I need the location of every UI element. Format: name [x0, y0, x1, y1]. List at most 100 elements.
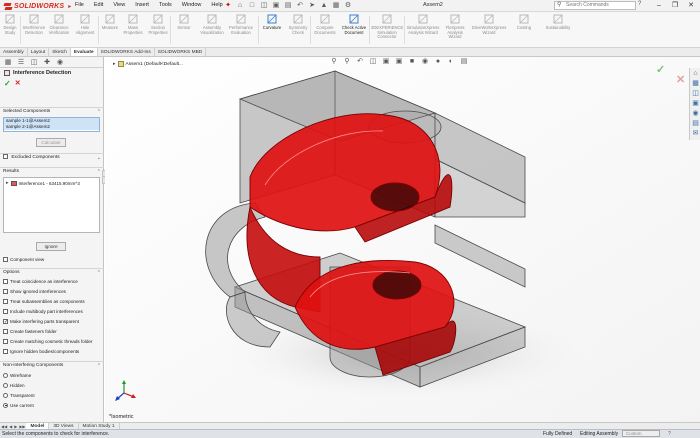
list-item[interactable]: sample 2-1@Assem2: [4, 124, 99, 130]
option-row[interactable]: Include multibody part interferences: [3, 307, 83, 315]
close-icon[interactable]: ✕: [683, 0, 699, 11]
calculate-button[interactable]: Calculate: [36, 138, 66, 147]
menu-help[interactable]: Help: [211, 2, 222, 8]
menu-tools[interactable]: Tools: [159, 2, 172, 8]
expand-icon[interactable]: ▸: [113, 61, 116, 67]
view-palette-icon[interactable]: ▣: [691, 99, 700, 108]
tab-sketch[interactable]: Sketch: [49, 48, 71, 56]
view-settings-icon[interactable]: ▤: [460, 58, 468, 66]
display-style-icon[interactable]: ■: [408, 58, 416, 66]
forum-icon[interactable]: ✉: [691, 129, 700, 138]
option-row[interactable]: Ignore hidden bodies/components: [3, 347, 79, 355]
options-header[interactable]: Options ⌃: [0, 268, 104, 276]
confirm-check-icon[interactable]: ✓: [656, 63, 665, 76]
custom-properties-icon[interactable]: ▤: [691, 119, 700, 128]
ribbon-design-study-button[interactable]: Design Study: [0, 13, 20, 35]
property-manager-icon[interactable]: ☰: [17, 59, 25, 67]
file-properties-icon[interactable]: ▦: [332, 1, 340, 10]
restore-icon[interactable]: ❐: [667, 0, 683, 11]
display-mode-row[interactable]: Hidden: [3, 381, 25, 389]
ribbon-costing-button[interactable]: Costing: [510, 13, 538, 31]
component-view-row[interactable]: Component view: [3, 255, 44, 263]
ribbon-symmetry-button[interactable]: Symmetry Check: [286, 13, 310, 35]
ribbon-curvature-button[interactable]: Curvature: [261, 13, 283, 31]
undo-icon[interactable]: ↶: [296, 1, 304, 10]
component-view-checkbox[interactable]: [3, 256, 8, 262]
select-pointer-icon[interactable]: ➤: [308, 1, 316, 10]
ribbon-sensor-button[interactable]: Sensor: [172, 13, 196, 31]
option-row[interactable]: Treat coincidence as interference: [3, 277, 78, 285]
print-icon[interactable]: ▤: [284, 1, 292, 10]
results-header[interactable]: Results ⌃: [0, 167, 104, 175]
units-selector[interactable]: Custom: [622, 430, 660, 437]
save-icon[interactable]: ▣: [272, 1, 280, 10]
display-mode-row[interactable]: Transparent: [3, 391, 35, 399]
option-row[interactable]: Show ignored interferences: [3, 287, 66, 295]
pin-icon[interactable]: ✦: [224, 1, 232, 10]
new-document-icon[interactable]: □: [248, 1, 256, 10]
option-checkbox[interactable]: [3, 298, 8, 304]
file-explorer-icon[interactable]: ◫: [691, 89, 700, 98]
home-icon[interactable]: ⌂: [236, 1, 244, 10]
option-checkbox[interactable]: [3, 308, 8, 314]
ribbon-driveworks-button[interactable]: DriveWorksXpress Wizard: [470, 13, 508, 35]
solidworks-logo[interactable]: SOLIDWORKS ▸: [4, 1, 71, 11]
dimxpert-icon[interactable]: ✚: [43, 59, 51, 67]
configuration-manager-icon[interactable]: ◫: [30, 59, 38, 67]
cancel-x-icon[interactable]: ✕: [15, 79, 21, 87]
open-folder-icon[interactable]: ◫: [260, 1, 268, 10]
display-mode-radio[interactable]: [3, 402, 8, 408]
help-question-icon[interactable]: ?: [638, 1, 641, 7]
zoom-to-fit-icon[interactable]: ⚲: [330, 58, 338, 66]
ribbon-mass-properties-button[interactable]: Mass Properties: [122, 13, 144, 35]
option-checkbox[interactable]: [3, 348, 8, 354]
assembly-model[interactable]: [105, 57, 700, 425]
display-mode-radio[interactable]: [3, 392, 8, 398]
view-orientation-icon[interactable]: ▣: [395, 58, 403, 66]
tab-layout[interactable]: Layout: [28, 48, 50, 56]
tab-evaluate[interactable]: Evaluate: [70, 48, 98, 56]
option-checkbox[interactable]: [3, 338, 8, 344]
rebuild-icon[interactable]: ▲: [320, 1, 328, 10]
appearances-icon[interactable]: ◉: [691, 109, 700, 118]
design-library-icon[interactable]: ▦: [691, 79, 700, 88]
tab-solidworks-add-ins[interactable]: SOLIDWORKS Add-Ins: [98, 48, 155, 56]
option-row[interactable]: Create matching cosmetic threads folder: [3, 337, 92, 345]
previous-view-icon[interactable]: ↶: [356, 58, 364, 66]
selected-components-header[interactable]: Selected Components ⌃: [0, 107, 104, 115]
ribbon-check-button[interactable]: Check Active Document: [340, 13, 368, 35]
zoom-area-icon[interactable]: ⚲: [343, 58, 351, 66]
search-commands-input[interactable]: ⚲ Search Commands: [554, 1, 636, 10]
dynamic-annotation-icon[interactable]: ▣: [382, 58, 390, 66]
option-checkbox[interactable]: [3, 288, 8, 294]
non-interfering-header[interactable]: Non-interfering Components ⌃: [0, 361, 104, 369]
ribbon-hole-alignment-button[interactable]: Hole Alignment: [72, 13, 98, 35]
ribbon-interference-button[interactable]: Interference Detection: [22, 13, 46, 35]
hide-show-items-icon[interactable]: ◉: [421, 58, 429, 66]
help-question-icon[interactable]: ?: [668, 430, 671, 438]
menu-file[interactable]: File: [75, 2, 84, 8]
first-tab-icon[interactable]: ◀◀: [0, 424, 8, 429]
ribbon-clearance-button[interactable]: Clearance Verification: [47, 13, 71, 35]
display-manager-icon[interactable]: ◉: [56, 59, 64, 67]
display-mode-row[interactable]: Wireframe: [3, 371, 31, 379]
ribbon-section-properties-button[interactable]: Section Properties: [146, 13, 170, 35]
ribbon-simxpress-button[interactable]: SimulationXpress Analysis Wizard: [406, 13, 440, 35]
ribbon-sustainability-button[interactable]: Sustainability: [540, 13, 576, 31]
option-row[interactable]: Treat subassemblies as components: [3, 297, 85, 305]
option-row[interactable]: Create fasteners folder: [3, 327, 57, 335]
list-item[interactable]: ▸ Interference1 - 63415.90mm^3: [4, 178, 99, 188]
flyout-feature-tree[interactable]: ▸ Assem1 (Default<Default...: [113, 61, 183, 67]
ribbon-assembly-visualization-button[interactable]: Assembly Visualization: [199, 13, 225, 35]
menu-view[interactable]: View: [113, 2, 125, 8]
option-checkbox[interactable]: [3, 328, 8, 334]
section-view-icon[interactable]: ◫: [369, 58, 377, 66]
tab-solidworks-mbd[interactable]: SOLIDWORKS MBD: [155, 48, 207, 56]
display-mode-radio[interactable]: [3, 382, 8, 388]
edit-appearance-icon[interactable]: ●: [434, 58, 442, 66]
ok-check-icon[interactable]: ✓: [4, 79, 11, 88]
excluded-components-header[interactable]: Excluded Components ⌄: [0, 153, 104, 161]
ribbon-performance-button[interactable]: Performance Evaluation: [226, 13, 256, 35]
solidworks-resources-icon[interactable]: ⌂: [691, 69, 700, 78]
option-checkbox[interactable]: ✓: [3, 318, 8, 324]
